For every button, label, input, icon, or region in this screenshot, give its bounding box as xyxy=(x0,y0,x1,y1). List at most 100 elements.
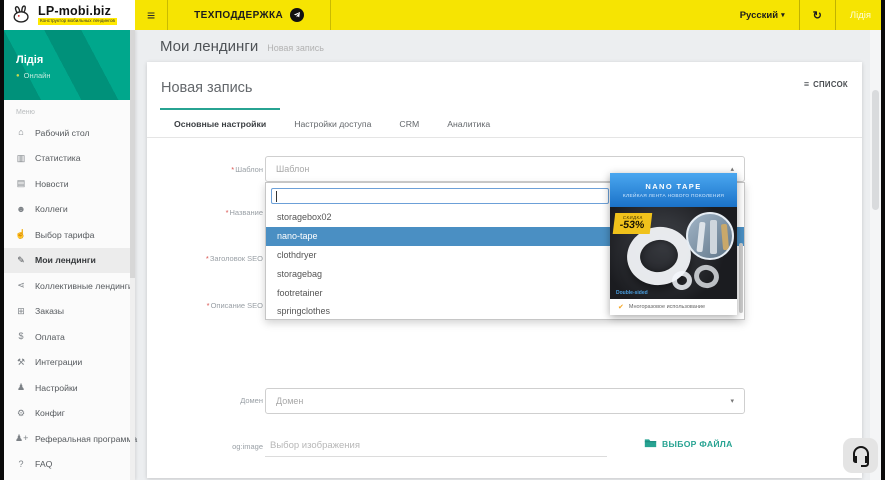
preview-banner-header: NANO TAPE КЛЕЙКАЯ ЛЕНТА НОВОГО ПОКОЛЕНИЯ xyxy=(610,173,737,207)
file-button-label: ВЫБОР ФАЙЛА xyxy=(662,438,733,449)
sidebar-scrollbar[interactable] xyxy=(130,30,135,480)
support-chat-button[interactable] xyxy=(843,438,878,473)
template-search-input[interactable] xyxy=(271,188,609,204)
tab-analytics[interactable]: Аналитика xyxy=(433,108,504,137)
top-bar: LP-mobi.biz Конструктор мобильных лендин… xyxy=(4,0,881,30)
logo-title: LP-mobi.biz xyxy=(38,3,112,18)
sidebar-item-label: Заказы xyxy=(35,306,65,317)
tab-main-settings[interactable]: Основные настройки xyxy=(160,108,281,137)
og-image-label: og:image xyxy=(232,442,263,451)
sidebar-item-config[interactable]: ⚙ Конфиг xyxy=(4,401,135,427)
name-label: *Название xyxy=(225,208,263,217)
list-icon: ≡ xyxy=(803,79,810,89)
rabbit-logo-icon xyxy=(11,4,33,26)
tape-piece-graphic xyxy=(691,262,722,291)
sidebar-item-label: Коллеги xyxy=(35,204,68,215)
preview-feature-bar: ✔ Многоразовое использование xyxy=(610,299,737,315)
logo[interactable]: LP-mobi.biz Конструктор мобильных лендин… xyxy=(4,0,135,30)
sidebar-item-integrations[interactable]: ⚒ Интеграции xyxy=(4,350,135,376)
news-icon: ▤ xyxy=(16,178,26,189)
inset-photo-circle xyxy=(686,212,734,260)
sidebar-item-dashboard[interactable]: ⌂ Рабочий стол xyxy=(4,120,135,146)
sidebar-item-label: Коллективные лендинги xyxy=(35,280,133,291)
chevron-down-icon: ▾ xyxy=(730,398,734,405)
sidebar-item-referral[interactable]: ♟+ Реферальная программа xyxy=(4,426,138,452)
og-image-input[interactable]: Выбор изображения xyxy=(265,434,607,457)
main-area: Мои лендинги Новая запись Новая запись ≡… xyxy=(135,30,881,480)
list-button[interactable]: ≡ СПИСОК xyxy=(804,79,848,89)
hamburger-menu-icon[interactable]: ≡ xyxy=(147,7,155,23)
sidebar-item-label: Оплата xyxy=(35,331,65,342)
chevron-down-icon: ▾ xyxy=(781,12,785,19)
sidebar-item-label: Новости xyxy=(35,178,69,189)
sidebar: Лідія ● Онлайн Меню ⌂ Рабочий стол ▥ Ста… xyxy=(4,30,138,480)
domain-select[interactable]: Домен ▾ xyxy=(265,388,745,414)
sidebar-item-colleagues[interactable]: ☻ Коллеги xyxy=(4,197,135,223)
card-title: Новая запись xyxy=(161,80,253,96)
tools-icon: ⚒ xyxy=(16,356,26,367)
dropdown-scrollbar[interactable] xyxy=(739,243,743,313)
page-header: Мои лендинги Новая запись xyxy=(160,38,324,55)
user-menu[interactable]: Лідія xyxy=(836,0,881,30)
tab-access-settings[interactable]: Настройки доступа xyxy=(280,108,385,137)
sidebar-item-label: Выбор тарифа xyxy=(35,229,95,240)
chevron-up-icon: ▴ xyxy=(730,166,734,173)
sidebar-item-my-landings[interactable]: ✎ Мои лендинги xyxy=(4,247,135,273)
sidebar-item-label: Настройки xyxy=(35,382,78,393)
stats-icon: ▥ xyxy=(16,152,26,163)
question-icon: ? xyxy=(18,458,24,469)
sidebar-item-label: Мои лендинги xyxy=(35,255,96,266)
sidebar-user-panel: Лідія ● Онлайн xyxy=(4,30,135,100)
refresh-icon[interactable]: ↻ xyxy=(800,0,835,30)
header-toolbar: ≡ ТЕХПОДДЕРЖКА Русский ▾ ↻ Лідія xyxy=(135,0,881,30)
page-title: Мои лендинги xyxy=(160,38,259,55)
domain-select-placeholder: Домен xyxy=(276,396,304,406)
sidebar-item-statistics[interactable]: ▥ Статистика xyxy=(4,146,135,172)
headset-icon xyxy=(852,445,869,467)
header-right-group: Русский ▾ ↻ Лідія xyxy=(726,0,881,30)
telegram-icon xyxy=(290,8,305,22)
sidebar-item-orders[interactable]: ⊞ Заказы xyxy=(4,299,135,325)
sidebar-item-settings[interactable]: ♟ Настройки xyxy=(4,375,135,401)
sidebar-menu: ⌂ Рабочий стол ▥ Статистика ▤ Новости ☻ … xyxy=(4,120,138,478)
sidebar-item-tariff[interactable]: ☝ Выбор тарифа xyxy=(4,222,135,248)
check-icon: ✔ xyxy=(618,303,624,311)
og-image-placeholder: Выбор изображения xyxy=(270,439,360,451)
sidebar-item-label: Интеграции xyxy=(35,357,83,368)
pen-icon: ✎ xyxy=(17,254,25,265)
logo-subtitle: Конструктор мобильных лендингов xyxy=(38,18,117,26)
gear-icon: ⚙ xyxy=(16,407,26,418)
seo-description-label: *Описание SEO xyxy=(206,301,263,310)
sidebar-item-news[interactable]: ▤ Новости xyxy=(4,171,135,197)
file-select-button[interactable]: ВЫБОР ФАЙЛА xyxy=(644,436,733,451)
page-scrollbar[interactable] xyxy=(870,30,881,480)
sidebar-item-faq[interactable]: ? FAQ xyxy=(4,452,135,478)
screen-edge-right xyxy=(881,0,885,480)
tabs-bar: Основные настройки Настройки доступа CRM… xyxy=(147,108,862,138)
tab-crm[interactable]: CRM xyxy=(385,108,433,137)
sidebar-item-label: Рабочий стол xyxy=(35,127,90,138)
domain-label: Домен xyxy=(240,396,263,405)
preview-product-title: NANO TAPE xyxy=(645,181,702,191)
cart-icon: ⊞ xyxy=(17,305,25,316)
user-icon: ♟ xyxy=(16,382,26,393)
sidebar-item-collective-landings[interactable]: ⋖ Коллективные лендинги xyxy=(4,273,135,299)
sidebar-item-label: Реферальная программа xyxy=(35,433,138,444)
text-cursor xyxy=(276,191,277,202)
share-icon: ⋖ xyxy=(17,280,25,291)
template-preview-image: NANO TAPE КЛЕЙКАЯ ЛЕНТА НОВОГО ПОКОЛЕНИЯ… xyxy=(610,173,737,315)
sidebar-user-status: Онлайн xyxy=(23,71,51,80)
content-card: Новая запись ≡ СПИСОК Основные настройки… xyxy=(147,62,862,478)
sidebar-item-payment[interactable]: $ Оплата xyxy=(4,324,135,350)
user-plus-icon: ♟+ xyxy=(15,433,29,444)
language-selector[interactable]: Русский ▾ xyxy=(726,0,799,30)
seo-title-label: *Заголовок SEO xyxy=(205,254,263,263)
screen-edge-left xyxy=(0,0,4,480)
home-icon: ⌂ xyxy=(18,127,24,138)
sidebar-user-name: Лідія xyxy=(16,54,44,66)
online-status-dot: ● xyxy=(16,72,20,79)
colleagues-icon: ☻ xyxy=(16,203,26,214)
support-button[interactable]: ТЕХПОДДЕРЖКА xyxy=(167,0,332,30)
language-label: Русский xyxy=(739,9,779,21)
hand-pointer-icon: ☝ xyxy=(15,229,27,240)
